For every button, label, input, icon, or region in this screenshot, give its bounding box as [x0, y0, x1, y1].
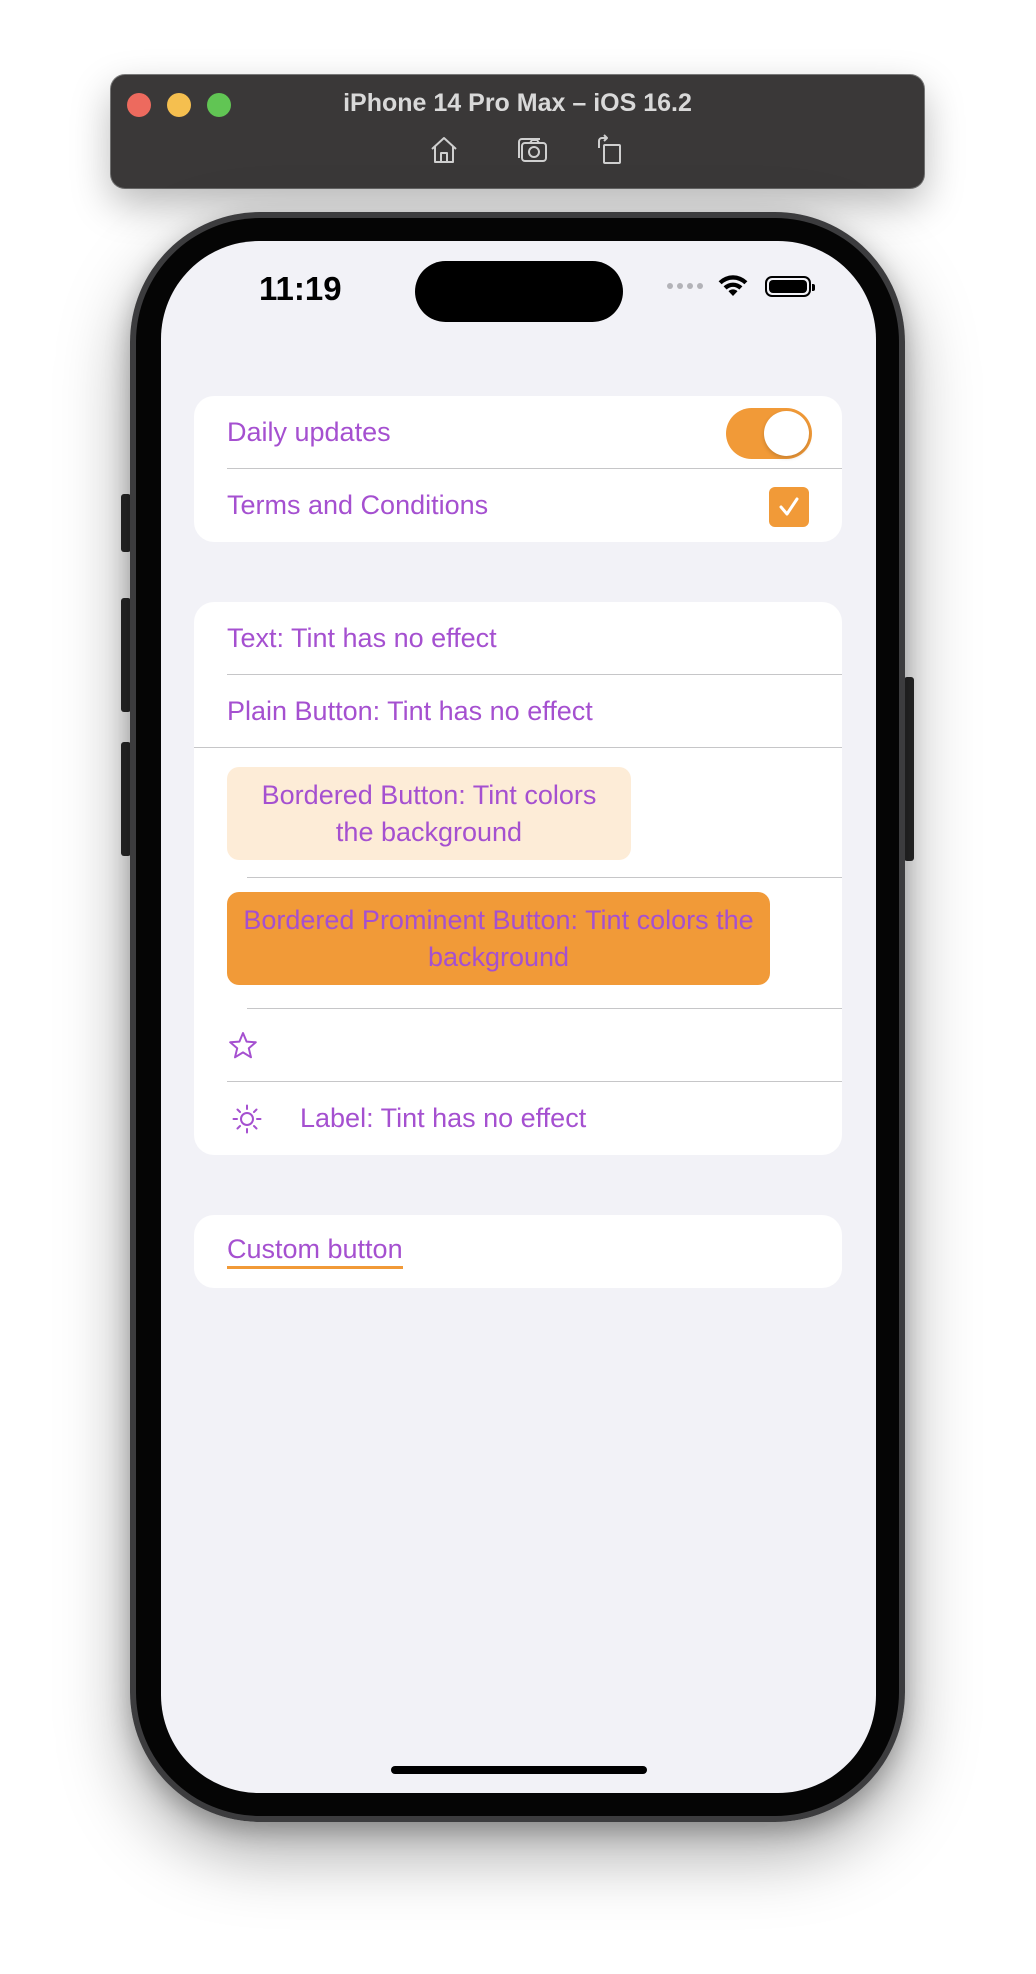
- status-time: 11:19: [259, 270, 342, 307]
- checkmark-icon: [779, 497, 799, 516]
- terms-row: Terms and Conditions: [194, 469, 842, 542]
- rotate-button[interactable]: [591, 131, 629, 169]
- terms-label: Terms and Conditions: [227, 490, 489, 520]
- window-title: iPhone 14 Pro Max – iOS 16.2: [343, 89, 692, 117]
- screenshot-icon: [518, 138, 547, 162]
- bordered-prominent-button[interactable]: Bordered Prominent Button: Tint colors t…: [227, 892, 770, 985]
- screenshot-button[interactable]: [513, 131, 551, 169]
- phone-screen: 11:19 Daily updates Terms and Conditions…: [161, 241, 876, 1793]
- star-icon[interactable]: [227, 1030, 259, 1062]
- label-row-text: Label: Tint has no effect: [300, 1103, 587, 1133]
- text-row-label: Text: Tint has no effect: [227, 623, 497, 653]
- rotate-icon: [598, 134, 621, 164]
- sun-icon: [227, 1104, 267, 1134]
- custom-button-row: Custom button: [194, 1215, 842, 1288]
- custom-button[interactable]: Custom button: [227, 1234, 403, 1269]
- label-row: Label: Tint has no effect: [194, 1082, 842, 1155]
- power-button: [904, 677, 914, 861]
- plain-button-row: Plain Button: Tint has no effect: [194, 675, 842, 748]
- bordered-prominent-button-label: Bordered Prominent Button: Tint colors t…: [243, 904, 754, 972]
- settings-group-3: Custom button: [194, 1215, 842, 1288]
- text-row: Text: Tint has no effect: [194, 602, 842, 675]
- status-icons: [667, 274, 815, 298]
- cellular-dots-icon: [667, 283, 703, 289]
- bordered-button-row: Bordered Button: Tint colors the backgro…: [194, 748, 842, 878]
- bordered-button[interactable]: Bordered Button: Tint colors the backgro…: [227, 767, 631, 860]
- home-icon: [431, 137, 457, 163]
- daily-updates-label: Daily updates: [227, 417, 391, 447]
- bordered-button-label: Bordered Button: Tint colors the backgro…: [261, 779, 597, 847]
- star-row: [194, 1009, 842, 1082]
- settings-group-1: Daily updates Terms and Conditions: [194, 396, 842, 542]
- plain-button[interactable]: Plain Button: Tint has no effect: [227, 696, 593, 727]
- home-indicator[interactable]: [391, 1766, 647, 1774]
- toggle-knob: [764, 411, 809, 456]
- bordered-prominent-button-row: Bordered Prominent Button: Tint colors t…: [194, 878, 842, 1009]
- daily-updates-row: Daily updates: [194, 396, 842, 469]
- dynamic-island: [415, 261, 623, 322]
- terms-checkbox[interactable]: [769, 487, 809, 527]
- battery-icon: [765, 275, 815, 297]
- simulator-toolbar: iPhone 14 Pro Max – iOS 16.2: [111, 75, 924, 188]
- home-button[interactable]: [425, 131, 463, 169]
- wifi-icon: [717, 274, 749, 298]
- daily-updates-toggle[interactable]: [726, 408, 812, 459]
- settings-group-2: Text: Tint has no effect Plain Button: T…: [194, 602, 842, 1155]
